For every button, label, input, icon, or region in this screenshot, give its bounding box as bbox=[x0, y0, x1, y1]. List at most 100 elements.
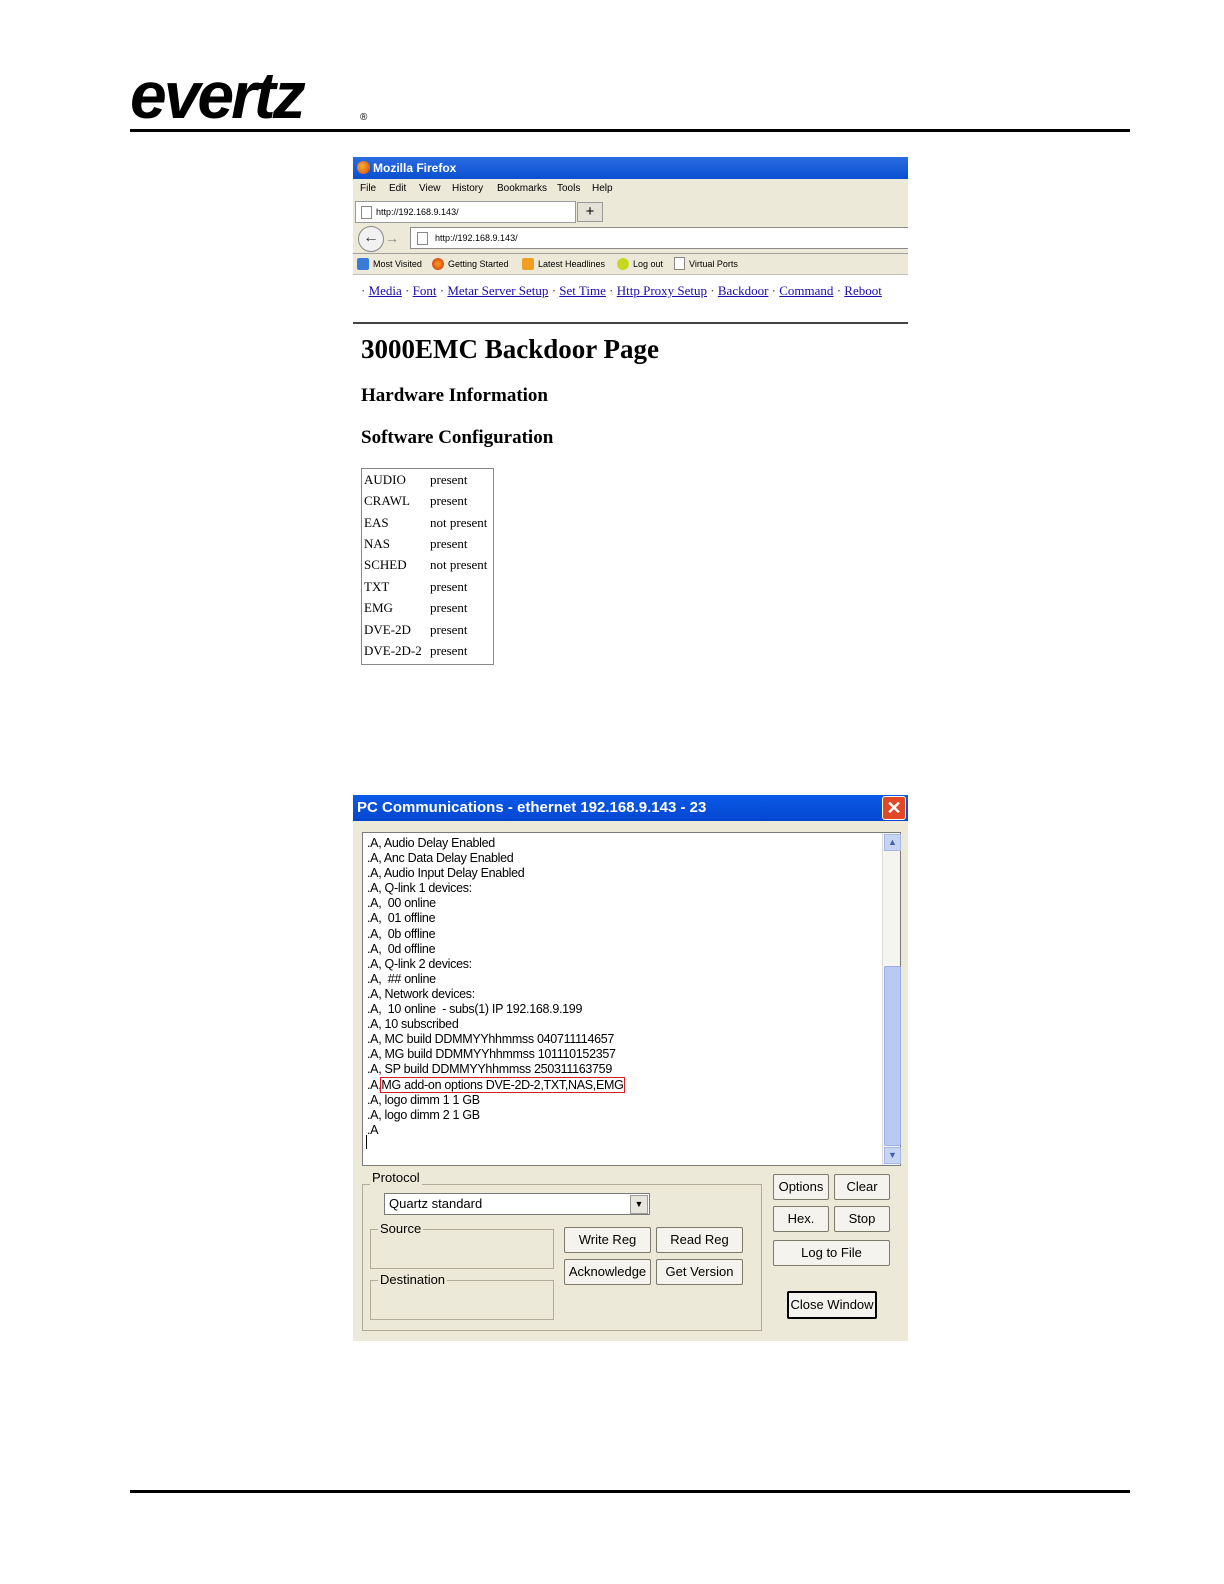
link-backdoor[interactable]: Backdoor bbox=[718, 283, 769, 298]
browser-tab[interactable]: http://192.168.9.143/ bbox=[355, 201, 576, 223]
page-title: 3000EMC Backdoor Page bbox=[361, 334, 659, 364]
console-line: .A bbox=[367, 1122, 379, 1137]
log-to-file-button[interactable]: Log to File bbox=[773, 1240, 890, 1266]
console-line: .A, 0d offline bbox=[367, 941, 436, 956]
console-line: .A, 01 offline bbox=[367, 911, 436, 926]
link-http-proxy-setup[interactable]: Http Proxy Setup bbox=[617, 283, 707, 298]
back-arrow-icon[interactable]: ← bbox=[358, 226, 384, 252]
software-config-table: AUDIO present CRAWL present EAS not present… bbox=[361, 468, 494, 665]
menu-file[interactable]: File bbox=[360, 179, 376, 199]
menu-view[interactable]: View bbox=[419, 179, 441, 199]
table-row: DVE-2D-2 present bbox=[364, 643, 468, 658]
page-divider bbox=[353, 322, 908, 324]
console-line: .A, ## online bbox=[367, 971, 436, 986]
page-nav-links: · Media · Font · Metar Server Setup · Se… bbox=[361, 283, 882, 298]
bookmarks-bar: Most Visited Getting Started Latest Head… bbox=[353, 254, 908, 275]
text-caret bbox=[366, 1135, 367, 1149]
stop-button[interactable]: Stop bbox=[834, 1206, 890, 1232]
options-button[interactable]: Options bbox=[773, 1174, 829, 1200]
hardware-heading: Hardware Information bbox=[361, 385, 548, 406]
footer-rule bbox=[130, 1490, 1130, 1493]
forward-arrow-icon[interactable]: → bbox=[385, 230, 399, 246]
link-metar-server-setup[interactable]: Metar Server Setup bbox=[447, 283, 548, 298]
console-line: .A, 10 online - subs(1) IP 192.168.9.199 bbox=[367, 1002, 583, 1017]
get-version-button[interactable]: Get Version bbox=[656, 1259, 743, 1285]
registered-mark: ® bbox=[360, 112, 368, 123]
console-line: .A, logo dimm 1 1 GB bbox=[367, 1092, 480, 1107]
table-row: EMG present bbox=[364, 600, 468, 615]
firefox-titlebar: Mozilla Firefox bbox=[353, 157, 908, 179]
table-row: SCHED not present bbox=[364, 557, 488, 572]
acknowledge-button[interactable]: Acknowledge bbox=[564, 1259, 651, 1285]
link-font[interactable]: Font bbox=[413, 283, 437, 298]
software-heading: Software Configuration bbox=[361, 427, 554, 448]
url-text: http://192.168.9.143/ bbox=[435, 233, 518, 243]
new-tab-button[interactable]: + bbox=[577, 202, 603, 222]
pc-titlebar: PC Communications - ethernet 192.168.9.1… bbox=[353, 795, 908, 821]
page-icon bbox=[674, 257, 685, 270]
hex-button[interactable]: Hex. bbox=[773, 1206, 829, 1232]
console-line: .A, Network devices: bbox=[367, 986, 475, 1001]
link-set-time[interactable]: Set Time bbox=[559, 283, 606, 298]
table-row: AUDIO present bbox=[364, 472, 468, 487]
protocol-label: Protocol bbox=[370, 1170, 422, 1185]
write-reg-button[interactable]: Write Reg bbox=[564, 1227, 651, 1253]
page-icon bbox=[417, 232, 428, 245]
protocol-value: Quartz standard bbox=[389, 1196, 483, 1211]
scroll-up-icon[interactable]: ▲ bbox=[884, 834, 901, 851]
menu-edit[interactable]: Edit bbox=[389, 179, 406, 199]
bookmark-most-visited[interactable]: Most Visited bbox=[357, 254, 422, 274]
bookmark-getting-started[interactable]: Getting Started bbox=[432, 254, 509, 274]
destination-label: Destination bbox=[378, 1272, 448, 1287]
console-line: .A, Q-link 2 devices: bbox=[367, 956, 472, 971]
console-line: .A, SP build DDMMYYhhmmss 250311163759 bbox=[367, 1062, 612, 1077]
console-line: .A, MC build DDMMYYhhmmss 040711114657 bbox=[367, 1032, 615, 1047]
link-reboot[interactable]: Reboot bbox=[844, 283, 882, 298]
link-command[interactable]: Command bbox=[779, 283, 833, 298]
pc-communications-window: PC Communications - ethernet 192.168.9.1… bbox=[353, 795, 908, 1341]
console-output[interactable]: .A, Audio Delay Enabled .A, Anc Data Del… bbox=[362, 832, 901, 1166]
console-line: .A, Audio Delay Enabled bbox=[367, 836, 495, 850]
menu-help[interactable]: Help bbox=[592, 179, 613, 199]
console-line: .A, Q-link 1 devices: bbox=[367, 881, 472, 896]
console-line: .A, logo dimm 2 1 GB bbox=[367, 1107, 480, 1122]
table-row: DVE-2D present bbox=[364, 622, 468, 637]
table-row: EAS not present bbox=[364, 515, 488, 530]
table-row: CRAWL present bbox=[364, 493, 468, 508]
evertz-logo: evertz ® bbox=[130, 62, 368, 126]
menu-history[interactable]: History bbox=[452, 179, 483, 199]
menu-bar: File Edit View History Bookmarks Tools H… bbox=[353, 179, 908, 199]
read-reg-button[interactable]: Read Reg bbox=[656, 1227, 743, 1253]
logo-text: evertz bbox=[130, 62, 306, 126]
clear-button[interactable]: Clear bbox=[834, 1174, 890, 1200]
chevron-down-icon[interactable]: ▼ bbox=[630, 1195, 648, 1214]
page-icon bbox=[361, 206, 372, 219]
console-line: .A, MG build DDMMYYhhmmss 101110152357 bbox=[367, 1047, 616, 1062]
console-line: .A, 0b offline bbox=[367, 926, 436, 941]
scroll-thumb[interactable] bbox=[884, 966, 901, 1146]
url-bar[interactable]: http://192.168.9.143/ bbox=[410, 227, 908, 249]
bookmark-virtual-ports[interactable]: Virtual Ports bbox=[674, 254, 738, 274]
source-label: Source bbox=[378, 1221, 424, 1236]
console-line: .A, Anc Data Delay Enabled bbox=[367, 851, 514, 866]
link-media[interactable]: Media bbox=[369, 283, 402, 298]
menu-tools[interactable]: Tools bbox=[557, 179, 580, 199]
console-line-highlighted: .A,MG add-on options DVE-2D-2,TXT,NAS,EM… bbox=[367, 1076, 625, 1093]
scroll-down-icon[interactable]: ▼ bbox=[884, 1147, 901, 1164]
close-window-button[interactable]: Close Window bbox=[787, 1291, 877, 1319]
menu-bookmarks[interactable]: Bookmarks bbox=[497, 179, 547, 199]
bookmark-log-out[interactable]: Log out bbox=[617, 254, 663, 274]
table-row: TXT present bbox=[364, 579, 468, 594]
tab-label: http://192.168.9.143/ bbox=[376, 207, 459, 217]
bookmark-latest-headlines[interactable]: Latest Headlines bbox=[522, 254, 605, 274]
highlight-box: MG add-on options DVE-2D-2,TXT,NAS,EMG bbox=[380, 1076, 625, 1093]
console-scrollbar[interactable]: ▲ ▼ bbox=[882, 833, 901, 1165]
close-icon[interactable]: ✕ bbox=[882, 796, 906, 820]
protocol-select[interactable]: Quartz standard ▼ bbox=[384, 1193, 650, 1215]
tab-bar: http://192.168.9.143/ + bbox=[353, 199, 908, 224]
header-rule bbox=[130, 129, 1130, 132]
console-line: .A, 10 subscribed bbox=[367, 1017, 459, 1032]
console-lines: .A, Audio Delay Enabled .A, Anc Data Del… bbox=[367, 836, 625, 1138]
nav-toolbar: ← → http://192.168.9.143/ bbox=[353, 223, 908, 254]
firefox-screenshot: Mozilla Firefox File Edit View History B… bbox=[353, 157, 908, 665]
